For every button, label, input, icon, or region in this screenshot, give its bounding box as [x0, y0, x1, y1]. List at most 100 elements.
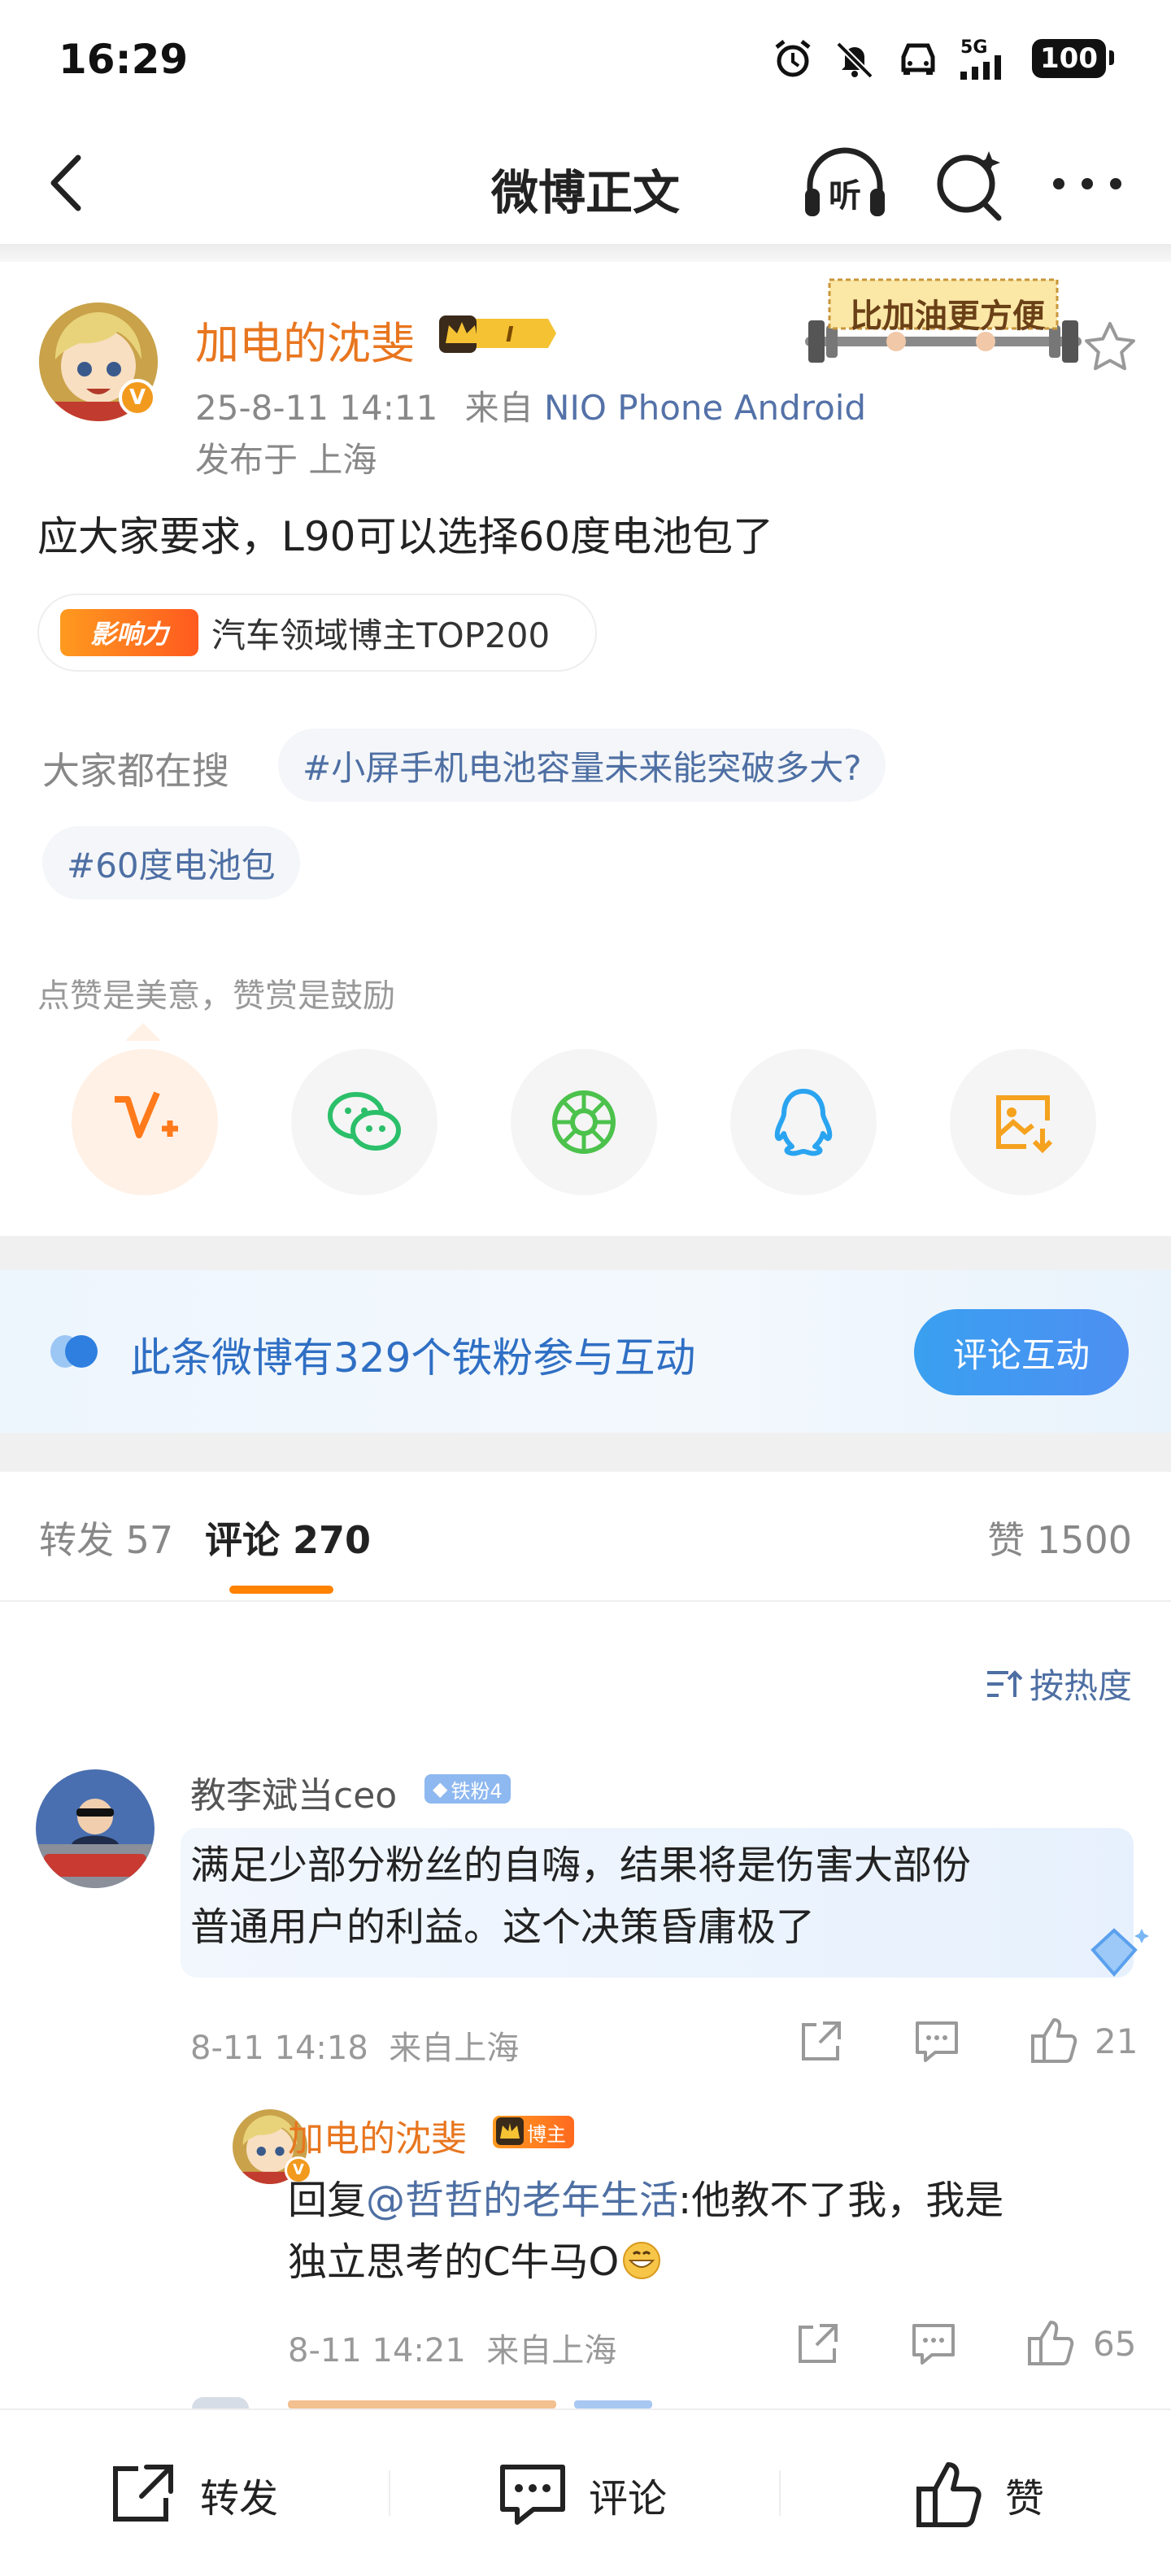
like-label: 赞	[1005, 2476, 1045, 2522]
replier-name[interactable]: 加电的沈斐	[288, 2109, 467, 2161]
tab-bar: 转发 57 评论 270 赞 1500	[0, 1472, 1171, 1602]
crown-icon	[496, 2117, 524, 2145]
diamond-icon: ◆	[433, 1778, 448, 1800]
grin-emoji-icon	[623, 2242, 661, 2279]
fan-level-badge: ◆ 铁粉4	[424, 1774, 511, 1804]
comment-button[interactable]: 评论	[498, 2454, 667, 2535]
fans-interaction-banner: 此条微博有329个铁粉参与互动 评论互动	[0, 1270, 1171, 1433]
save-image-button[interactable]	[950, 1049, 1096, 1195]
save-image-icon	[996, 1095, 1053, 1154]
like-icon	[916, 2462, 982, 2527]
post-source[interactable]: NIO Phone Android	[544, 388, 866, 428]
vplus-reward-button[interactable]	[72, 1049, 218, 1195]
influence-badge-label: 影响力	[89, 619, 168, 650]
fans-arrow-icon	[50, 1335, 98, 1368]
reply-text-line: 回复@哲哲的老年生活:他教不了我，我是	[288, 2169, 1003, 2231]
post-meta: 25-8-11 14:11 来自 NIO Phone Android	[195, 381, 866, 430]
qq-icon	[774, 1089, 833, 1156]
share-comment-icon[interactable]	[795, 2015, 847, 2067]
comment-icon	[500, 2465, 565, 2525]
status-bar: 16:29 5G 100	[0, 0, 1171, 122]
car-icon	[901, 43, 935, 75]
search-icon[interactable]	[929, 143, 1010, 224]
blogger-badge: 博主	[493, 2116, 574, 2148]
reply-like-count: 65	[1093, 2324, 1137, 2364]
like-comment-icon[interactable]	[1028, 2013, 1080, 2065]
commenter-avatar[interactable]	[36, 1769, 155, 1888]
repost-icon	[113, 2465, 173, 2522]
tooltip-arrow	[125, 1023, 161, 1041]
next-reply-badge-edge	[574, 2400, 652, 2408]
reply-text-line2: 独立思考的C牛马O	[288, 2239, 620, 2285]
reply-comment-icon[interactable]	[908, 2317, 960, 2369]
signal-icon	[960, 55, 1002, 80]
share-wechat-button[interactable]	[291, 1049, 437, 1195]
divider	[0, 244, 1171, 262]
like-comment-icon[interactable]	[1025, 2316, 1077, 2368]
diamond-sparkle-icon	[1090, 1928, 1149, 1978]
v-plus-icon	[115, 1091, 178, 1138]
fan-badge-label: 铁粉4	[451, 1779, 503, 1803]
svg-text:听: 听	[829, 177, 861, 215]
active-tab-indicator	[229, 1586, 333, 1594]
comment-text: 满足少部分粉丝的自嗨，结果将是伤害大部份 普通用户的利益。这个决策昏庸极了	[190, 1834, 971, 1958]
tab-likes[interactable]: 赞 1500	[987, 1511, 1132, 1564]
bottom-action-bar: 转发 评论 赞	[0, 2408, 1171, 2576]
reply-text-rest: :他教不了我，我是	[678, 2178, 1004, 2223]
listen-headphones-icon[interactable]: 听	[800, 143, 890, 224]
mute-icon	[836, 41, 873, 79]
comment-interact-button[interactable]: 评论互动	[914, 1309, 1129, 1395]
reply-prefix: 回复	[288, 2178, 367, 2223]
sticker-text: 比加油更方便	[850, 298, 1045, 335]
status-time: 16:29	[59, 36, 189, 83]
more-icon[interactable]	[1043, 143, 1132, 224]
moments-icon	[552, 1090, 616, 1154]
post-time: 25-8-11 14:11	[195, 388, 438, 428]
reply-text: 回复@哲哲的老年生活:他教不了我，我是 独立思考的C牛马O	[288, 2169, 1003, 2293]
influence-text: 汽车领域博主TOP200	[211, 615, 551, 655]
reply-text-line: 独立思考的C牛马O	[288, 2231, 1003, 2293]
sort-by-hot-button[interactable]: 按热度	[984, 1659, 1132, 1708]
like-button[interactable]: 赞	[914, 2454, 1044, 2535]
sort-icon	[986, 1669, 1023, 1697]
repost-button[interactable]: 转发	[109, 2454, 278, 2535]
influence-tag[interactable]: 影响力 汽车领域博主TOP200	[37, 594, 597, 672]
crown-level-icon: I	[439, 315, 556, 353]
share-row	[0, 1049, 1171, 1203]
trending-search-label: 大家都在搜	[42, 749, 229, 793]
divider	[779, 2470, 781, 2516]
hashtag-pill[interactable]: #60度电池包	[42, 826, 300, 899]
share-moments-button[interactable]	[511, 1049, 657, 1195]
divider	[0, 1433, 1171, 1472]
share-comment-icon[interactable]	[792, 2317, 844, 2369]
favorite-star-icon[interactable]	[1082, 319, 1138, 376]
mention-link[interactable]: @哲哲的老年生活	[366, 2178, 678, 2223]
nav-bar: 微博正文 听	[0, 122, 1171, 244]
next-reply-avatar-edge	[192, 2397, 249, 2408]
divider	[389, 2470, 390, 2516]
fans-banner-text: 此条微博有329个铁粉参与互动	[130, 1334, 696, 1382]
reply-meta: 8-11 14:21 来自上海	[288, 2332, 617, 2369]
post-text: 应大家要求，L90可以选择60度电池包了	[37, 513, 774, 560]
reply-comment-icon[interactable]	[911, 2015, 963, 2067]
sort-label: 按热度	[1029, 1666, 1132, 1706]
comment-label: 评论	[589, 2476, 668, 2522]
comment-like-count: 21	[1095, 2021, 1138, 2061]
comment-text-line: 普通用户的利益。这个决策昏庸极了	[190, 1904, 816, 1950]
alarm-icon	[775, 40, 811, 77]
blogger-badge-label: 博主	[527, 2122, 566, 2146]
hashtag-pill[interactable]: #小屏手机电池容量未来能突破多大?	[278, 729, 886, 802]
verified-badge: V	[119, 379, 156, 416]
share-qq-button[interactable]	[730, 1049, 877, 1195]
commenter-name[interactable]: 教李斌当ceo	[190, 1766, 397, 1818]
repost-label: 转发	[200, 2476, 279, 2522]
post-location: 发布于 上海	[195, 440, 377, 480]
divider	[0, 1236, 1171, 1270]
next-reply-peek	[192, 2397, 1168, 2408]
tab-comments[interactable]: 评论 270	[205, 1511, 371, 1564]
status-icons: 5G 100	[772, 37, 1114, 80]
comment-meta: 8-11 14:18 来自上海	[190, 2030, 520, 2067]
author-name[interactable]: 加电的沈斐	[195, 307, 415, 372]
tab-repost[interactable]: 转发 57	[39, 1511, 173, 1564]
comment-text-line: 满足少部分粉丝的自嗨，结果将是伤害大部份	[190, 1843, 972, 1888]
